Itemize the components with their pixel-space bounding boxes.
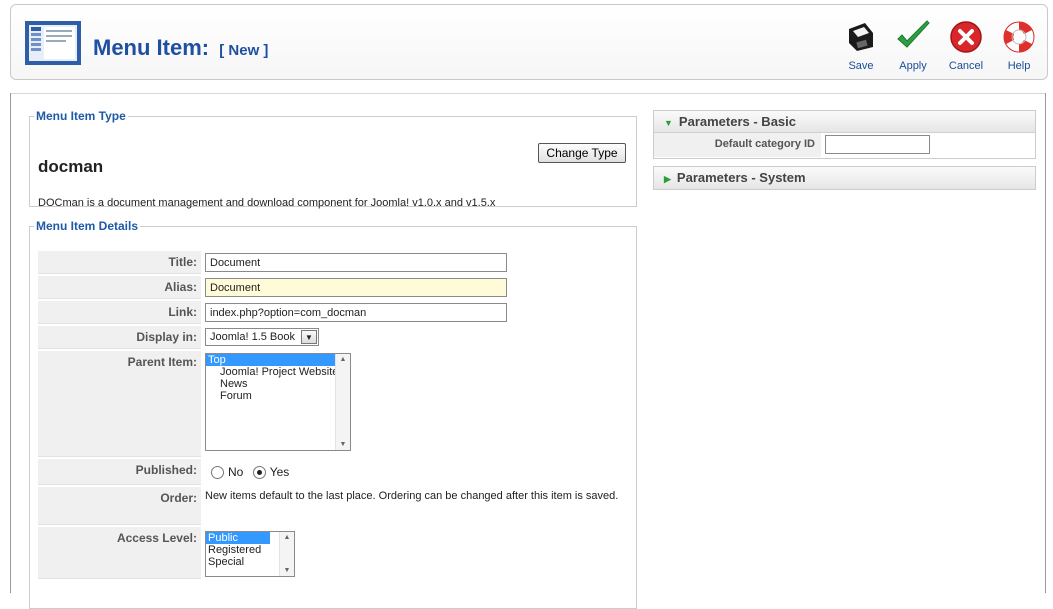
scroll-up-icon[interactable]: ▲ [336, 356, 350, 363]
published-no-radio[interactable] [211, 466, 224, 480]
display-row: Display in: Joomla! 1.5 Book ▼ [38, 326, 631, 349]
parent-option[interactable]: Top [206, 354, 350, 366]
scroll-up-icon[interactable]: ▲ [280, 534, 294, 541]
link-row: Link: [38, 301, 631, 324]
apply-button[interactable]: Apply [887, 19, 939, 75]
cancel-icon [950, 21, 982, 53]
chevron-down-icon[interactable]: ▼ [301, 330, 317, 344]
title-row: Title: [38, 251, 631, 274]
parameters-system-panel: ▶ Parameters - System [653, 166, 1036, 190]
menu-item-details-fieldset: Menu Item Details Title: Alias: Link: Di… [29, 219, 637, 609]
parent-option[interactable]: Joomla! Project Website [206, 366, 350, 378]
published-no-label: No [228, 465, 244, 479]
published-label: Published: [38, 459, 201, 485]
published-yes-label: Yes [269, 465, 290, 479]
page-subtitle: [ New ] [219, 42, 269, 59]
save-label: Save [848, 60, 874, 72]
content-left-border [10, 93, 11, 593]
access-option[interactable]: Public [206, 532, 270, 544]
link-input[interactable] [205, 303, 507, 322]
access-label: Access Level: [38, 527, 201, 579]
order-label: Order: [38, 487, 201, 525]
alias-input[interactable] [205, 278, 507, 297]
parameters-basic-title: Parameters - Basic [678, 114, 796, 129]
scroll-down-icon[interactable]: ▼ [336, 441, 350, 448]
change-type-button[interactable]: Change Type [538, 143, 626, 163]
content-right-border [1045, 93, 1046, 593]
menu-manager-icon [25, 21, 81, 65]
title-input[interactable] [205, 253, 507, 272]
display-select-value: Joomla! 1.5 Book [210, 331, 295, 343]
order-row: Order: New items default to the last pla… [38, 487, 631, 525]
content-top-border [10, 93, 1046, 94]
menu-item-type-legend: Menu Item Type [36, 109, 126, 123]
link-label: Link: [38, 301, 201, 324]
parent-row: Parent Item: Top Joomla! Project Website… [38, 351, 631, 457]
access-row: Access Level: Public Registered Special … [38, 527, 631, 579]
help-icon [1003, 21, 1035, 53]
menu-item-type-name: docman [38, 157, 104, 176]
title-label: Title: [38, 251, 201, 274]
menu-item-details-legend: Menu Item Details [36, 219, 139, 233]
page-title: Menu Item: [ New ] [93, 35, 268, 61]
display-label: Display in: [38, 326, 201, 349]
details-table: Title: Alias: Link: Display in: Joomla! … [38, 249, 631, 581]
apply-label: Apply [899, 60, 927, 72]
parent-item-listbox[interactable]: Top Joomla! Project Website News Forum ▲… [205, 353, 351, 451]
menu-item-type-description: DOCman is a document management and down… [38, 197, 496, 209]
cancel-label: Cancel [948, 60, 984, 72]
access-listbox-scrollbar[interactable]: ▲ ▼ [279, 532, 294, 576]
save-button[interactable]: Save [835, 19, 887, 75]
default-category-input[interactable] [825, 135, 930, 154]
parameters-basic-header[interactable]: ▼ Parameters - Basic [654, 111, 1035, 133]
parent-option[interactable]: News [206, 378, 350, 390]
parent-listbox-scrollbar[interactable]: ▲ ▼ [335, 354, 350, 450]
expanded-triangle-icon: ▼ [664, 118, 673, 128]
toolbar: Menu Item: [ New ] Save Apply Cancel Hel… [10, 4, 1048, 80]
collapsed-triangle-icon: ▶ [664, 174, 671, 184]
help-label: Help [1007, 60, 1031, 72]
menu-item-type-fieldset: Menu Item Type docman Change Type DOCman… [29, 109, 637, 209]
parameters-system-title: Parameters - System [676, 170, 806, 185]
parameters-system-header[interactable]: ▶ Parameters - System [654, 167, 1035, 189]
scroll-down-icon[interactable]: ▼ [280, 567, 294, 574]
help-button[interactable]: Help [993, 19, 1045, 75]
page-title-text: Menu Item: [93, 35, 210, 60]
cancel-button[interactable]: Cancel [940, 19, 992, 75]
published-row: Published: No Yes [38, 459, 631, 485]
parameters-basic-panel: ▼ Parameters - Basic Default category ID [653, 110, 1036, 159]
save-icon [849, 23, 873, 51]
apply-icon [897, 20, 930, 48]
parent-label: Parent Item: [38, 351, 201, 457]
default-category-label: Default category ID [654, 133, 821, 157]
display-select[interactable]: Joomla! 1.5 Book ▼ [205, 328, 319, 346]
order-text: New items default to the last place. Ord… [205, 490, 619, 502]
published-yes-radio[interactable] [252, 466, 266, 480]
parent-option[interactable]: Forum [206, 390, 350, 402]
access-level-listbox[interactable]: Public Registered Special ▲ ▼ [205, 531, 295, 577]
parameters-basic-body: Default category ID [654, 133, 1035, 158]
alias-label: Alias: [38, 276, 201, 299]
alias-row: Alias: [38, 276, 631, 299]
